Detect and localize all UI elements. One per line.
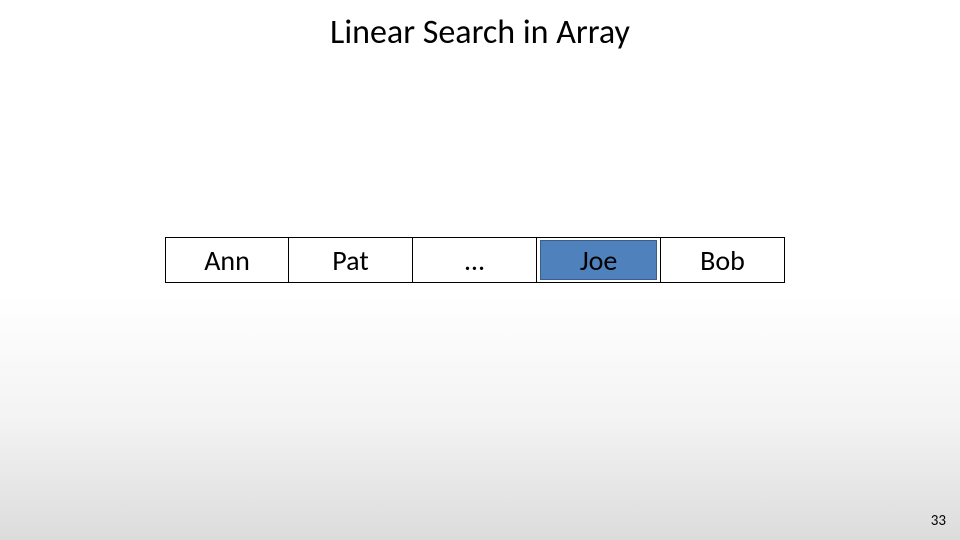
array-cell: Pat [289,237,413,283]
array-cell-label: Pat [289,238,412,282]
array-cell: … [413,237,537,283]
array-cell-label: Ann [166,238,288,282]
page-number: 33 [931,512,946,530]
array-cell: Bob [661,237,785,283]
array-row: Ann Pat … Joe Bob [165,237,785,283]
array-cell-label: Joe [540,240,657,280]
array-cell-highlight: Joe [537,237,661,283]
array-cell-label: Bob [661,238,784,282]
array-cell-label: … [413,238,536,282]
slide-title: Linear Search in Array [0,12,960,53]
array-cell: Ann [165,237,289,283]
